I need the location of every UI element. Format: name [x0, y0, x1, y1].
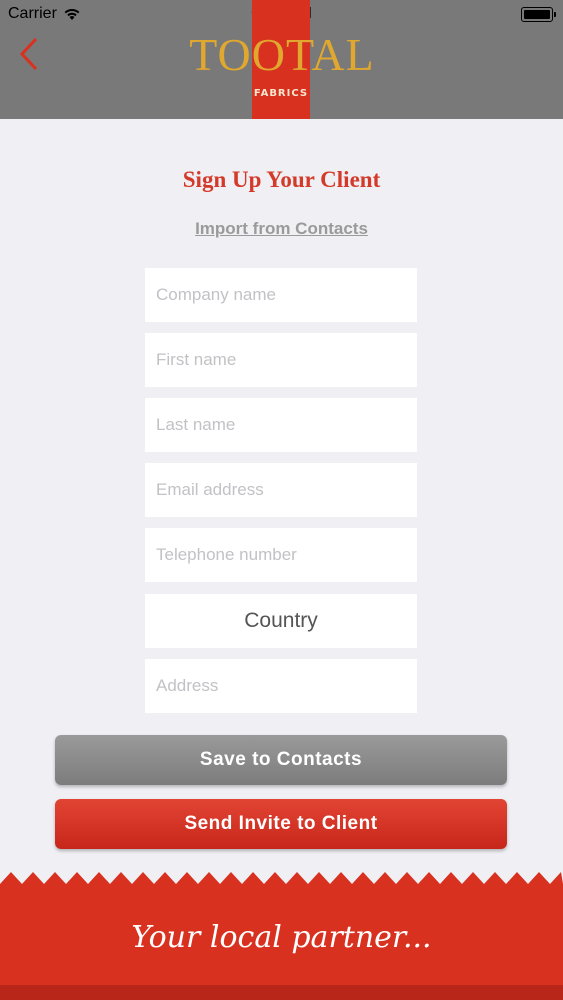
country-select[interactable]: Country [145, 594, 417, 648]
battery-icon [521, 7, 556, 22]
logo-subtext: FABRICS [253, 88, 309, 99]
telephone-input[interactable]: Telephone number [145, 528, 417, 582]
address-input[interactable]: Address [145, 659, 417, 713]
footer-tagline: Your local partner... [131, 920, 432, 955]
logo: TOOTAL [189, 29, 375, 80]
email-input[interactable]: Email address [145, 463, 417, 517]
app-header: Carrier 6:40 PM TOOTAL FABRICS [0, 0, 563, 119]
company-name-input[interactable]: Company name [145, 268, 417, 322]
chevron-left-icon[interactable] [14, 36, 42, 72]
page-title: Sign Up Your Client [182, 167, 381, 192]
last-name-input[interactable]: Last name [145, 398, 417, 452]
first-name-input[interactable]: First name [145, 333, 417, 387]
import-contacts-link[interactable]: Import from Contacts [0, 219, 563, 239]
send-invite-button[interactable]: Send Invite to Client [55, 799, 507, 849]
save-to-contacts-button[interactable]: Save to Contacts [55, 735, 507, 785]
